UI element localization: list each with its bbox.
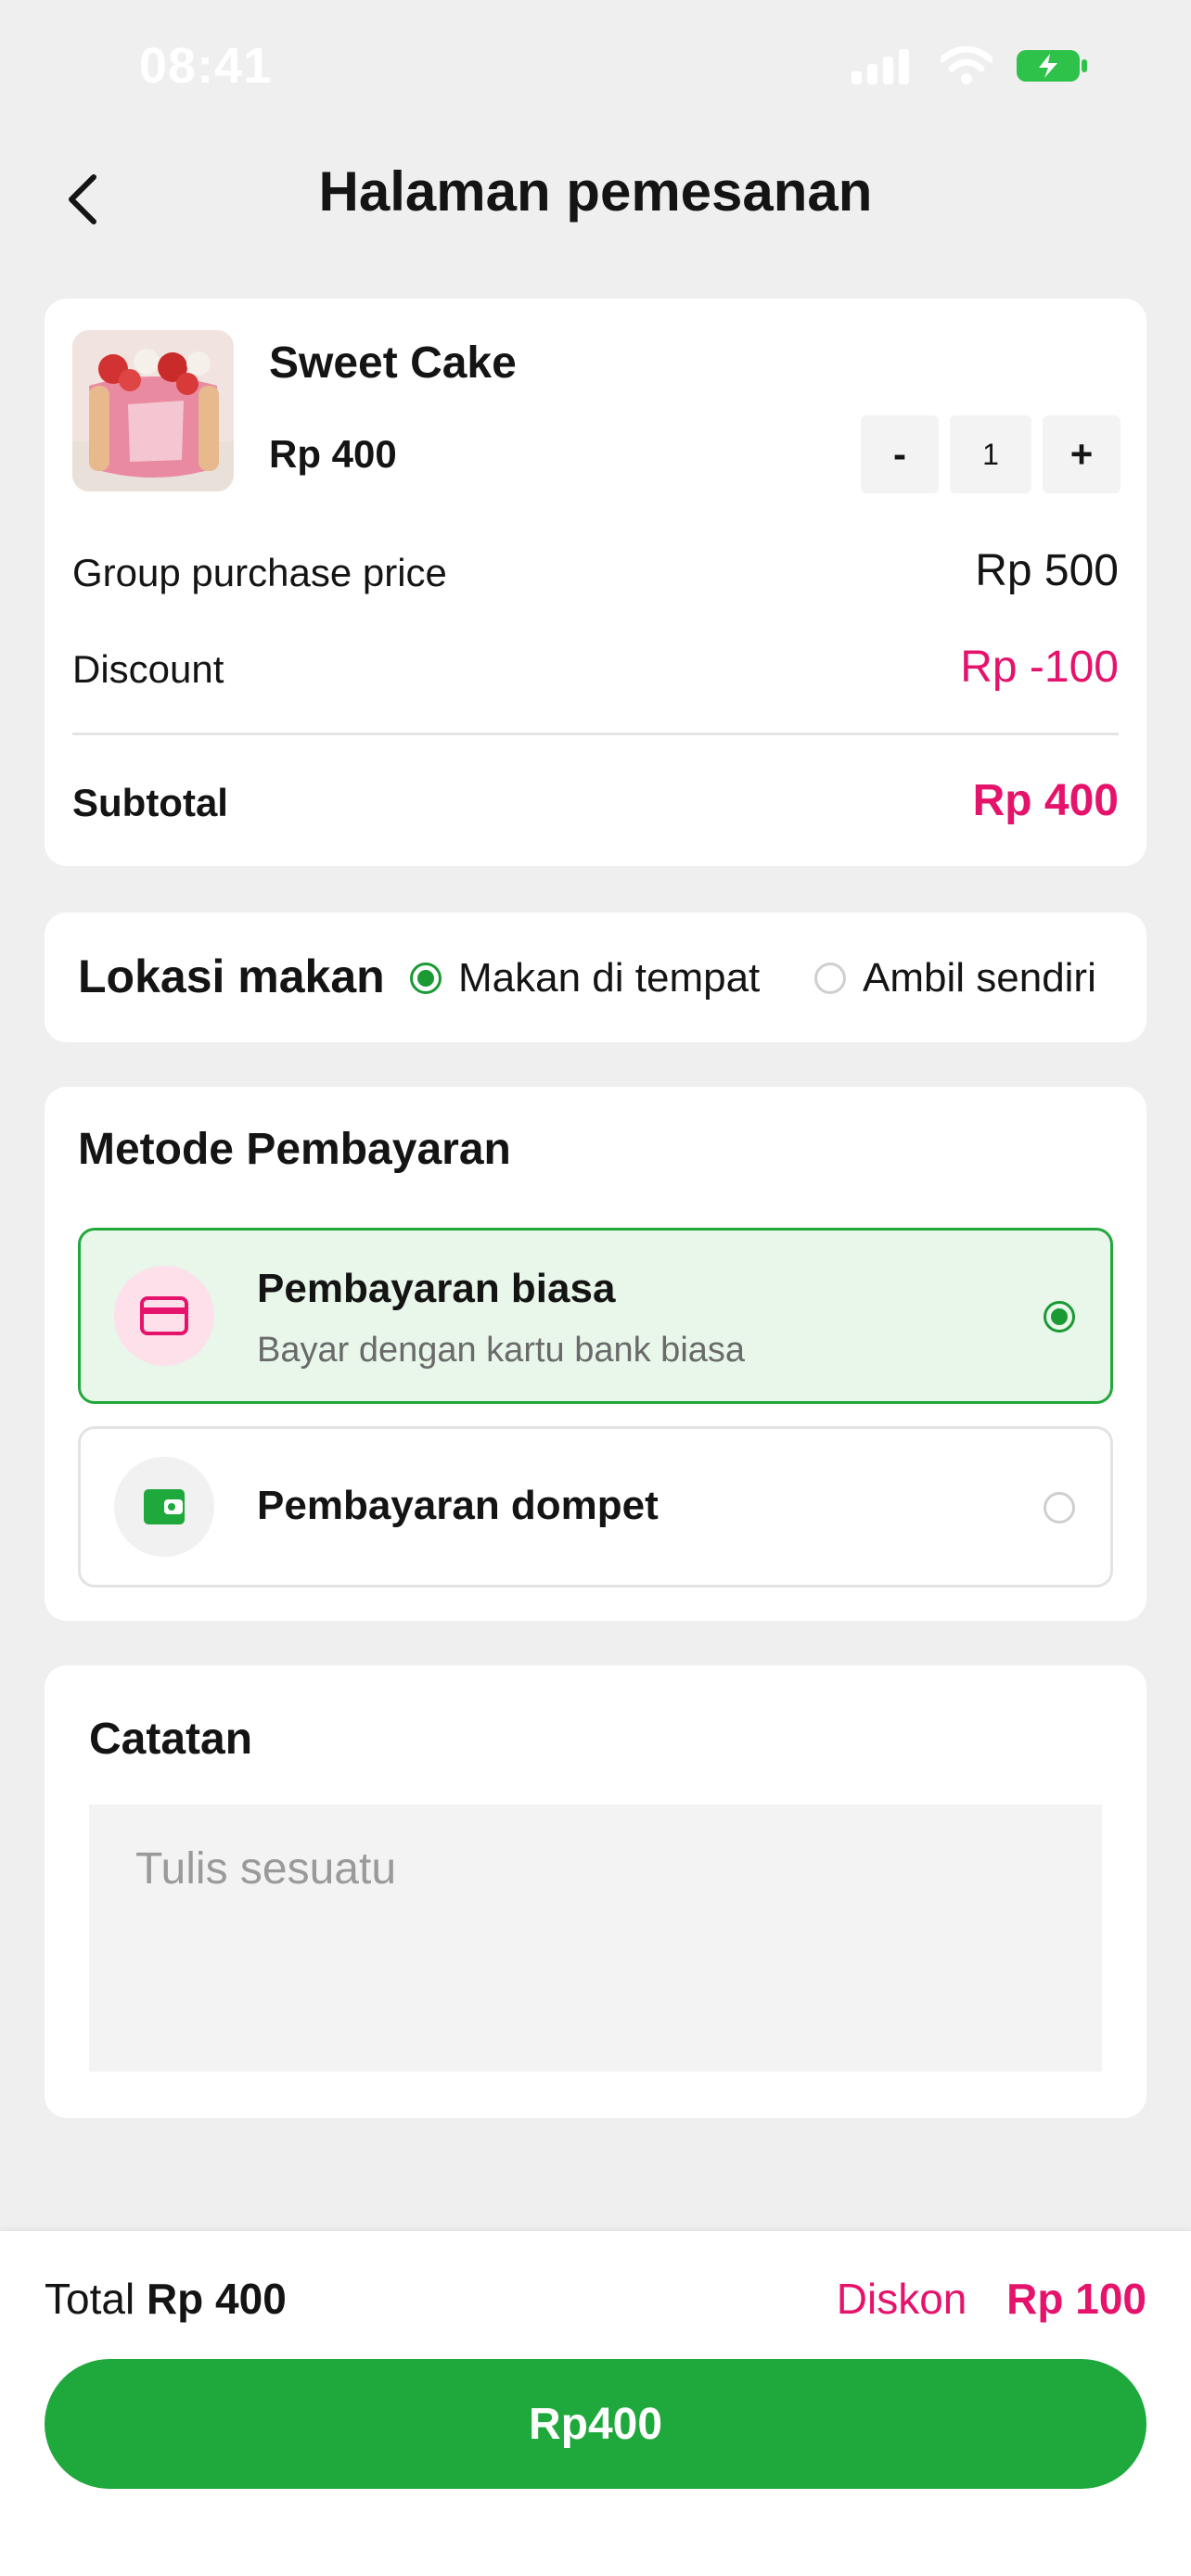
dining-location-title: Lokasi makan xyxy=(78,950,385,1002)
product-image xyxy=(72,330,234,491)
divider xyxy=(72,733,1119,735)
product-card: Sweet Cake Rp 400 - 1 + Group purchase p… xyxy=(45,299,1146,866)
status-icons xyxy=(852,46,1087,85)
signal-icon xyxy=(852,49,909,84)
radio-unselected-icon[interactable] xyxy=(1044,1492,1075,1524)
group-price-value: Rp 500 xyxy=(975,546,1119,595)
option-dine-in[interactable]: Makan di tempat xyxy=(410,955,760,1001)
pay-button[interactable]: Rp400 xyxy=(45,2359,1146,2489)
notes-input[interactable] xyxy=(89,1804,1102,2072)
payment-option-regular-name: Pembayaran biasa xyxy=(257,1266,616,1311)
discount-summary: Diskon Rp 100 xyxy=(837,2274,1146,2324)
option-takeaway-label: Ambil sendiri xyxy=(863,955,1096,1001)
wallet-icon xyxy=(114,1457,214,1557)
credit-card-icon xyxy=(114,1266,214,1366)
footer-discount-label: Diskon xyxy=(836,2275,967,2323)
wifi-icon xyxy=(941,46,992,84)
notes-title: Catatan xyxy=(89,1715,253,1764)
payment-option-regular[interactable]: Pembayaran biasa Bayar dengan kartu bank… xyxy=(78,1228,1113,1404)
payment-method-title: Metode Pembayaran xyxy=(78,1125,511,1174)
battery-icon xyxy=(1017,50,1087,82)
payment-method-card: Metode Pembayaran Pembayaran biasa Bayar… xyxy=(45,1087,1146,1621)
subtotal-value: Rp 400 xyxy=(972,776,1119,825)
total-value: Rp 400 xyxy=(146,2275,287,2323)
radio-unselected-icon[interactable] xyxy=(814,963,846,994)
quantity-value: 1 xyxy=(950,415,1031,493)
total-label: Total xyxy=(45,2275,135,2323)
status-time: 08:41 xyxy=(139,38,273,94)
payment-option-wallet-name: Pembayaran dompet xyxy=(257,1483,659,1528)
discount-value: Rp -100 xyxy=(960,643,1119,692)
checkout-bar: Total Rp 400 Diskon Rp 100 Rp400 xyxy=(0,2231,1191,2576)
payment-option-wallet[interactable]: Pembayaran dompet xyxy=(78,1426,1113,1588)
discount-label: Discount xyxy=(72,647,224,691)
quantity-stepper: - 1 + xyxy=(861,415,1121,493)
product-price: Rp 400 xyxy=(269,432,397,476)
increase-quantity-button[interactable]: + xyxy=(1043,415,1121,493)
total-summary: Total Rp 400 xyxy=(45,2274,287,2324)
option-dine-in-label: Makan di tempat xyxy=(458,955,761,1001)
subtotal-label: Subtotal xyxy=(72,781,228,824)
page-title: Halaman pemesanan xyxy=(318,160,873,223)
notes-card: Catatan xyxy=(45,1665,1146,2118)
group-price-label: Group purchase price xyxy=(72,551,447,594)
decrease-quantity-button[interactable]: - xyxy=(861,415,939,493)
radio-selected-icon[interactable] xyxy=(410,963,442,994)
payment-option-regular-description: Bayar dengan kartu bank biasa xyxy=(257,1331,746,1370)
option-takeaway[interactable]: Ambil sendiri xyxy=(814,955,1096,1001)
radio-selected-icon[interactable] xyxy=(1044,1301,1075,1333)
footer-discount-value: Rp 100 xyxy=(1006,2275,1146,2323)
product-name: Sweet Cake xyxy=(269,338,517,388)
dining-location-card: Lokasi makan Makan di tempat Ambil sendi… xyxy=(45,912,1146,1042)
